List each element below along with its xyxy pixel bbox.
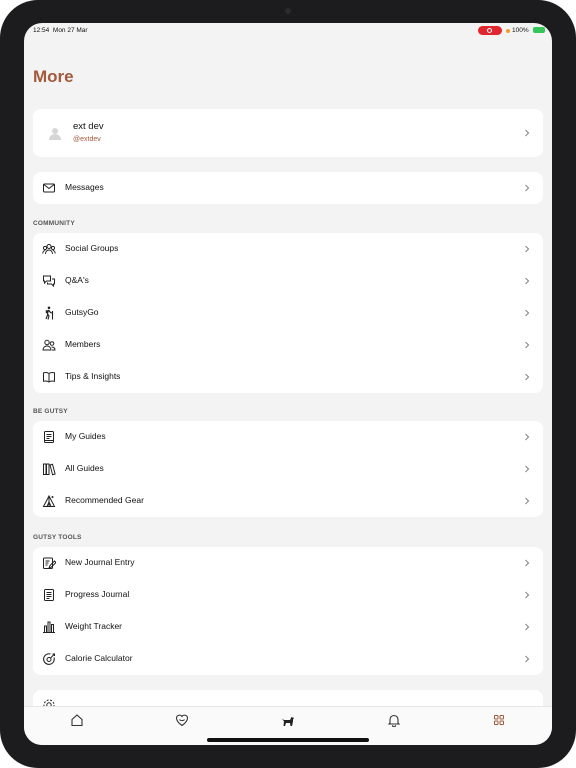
- section-title-gutsy-tools: GUTSY TOOLS: [33, 534, 82, 541]
- menu-item-label: Weight Tracker: [65, 621, 123, 631]
- menu-item-social-groups[interactable]: Social Groups: [33, 233, 543, 265]
- section-title-be-gutsy: BE GUTSY: [33, 408, 68, 415]
- menu-item-label: Recommended Gear: [65, 495, 144, 505]
- menu-item-members[interactable]: Members: [33, 329, 543, 361]
- chevron-right-icon: [523, 341, 531, 349]
- menu-item-weight-tracker[interactable]: Weight Tracker: [33, 611, 543, 643]
- page-title: More: [33, 67, 74, 86]
- journal-edit-icon: [42, 556, 56, 570]
- calorie-gauge-icon: [42, 652, 56, 666]
- device-frame: 12:54 Mon 27 Mar 100% More ext dev @extd…: [0, 0, 576, 768]
- menu-item-qas[interactable]: Q&A's: [33, 265, 543, 297]
- tab-notifications[interactable]: [387, 713, 401, 727]
- envelope-icon: [42, 181, 56, 195]
- menu-item-label: Social Groups: [65, 243, 119, 253]
- tab-gut[interactable]: [175, 713, 189, 727]
- group-icon: [42, 242, 56, 256]
- guide-icon: [42, 430, 56, 444]
- chevron-right-icon: [523, 129, 531, 137]
- menu-item-my-guides[interactable]: My Guides: [33, 421, 543, 453]
- chevron-right-icon: [523, 277, 531, 285]
- chevron-right-icon: [523, 559, 531, 567]
- chevron-right-icon: [523, 245, 531, 253]
- screen-record-icon[interactable]: [478, 26, 502, 35]
- menu-item-new-journal-entry[interactable]: New Journal Entry: [33, 547, 543, 579]
- chevron-right-icon: [523, 497, 531, 505]
- screen: 12:54 Mon 27 Mar 100% More ext dev @extd…: [24, 23, 552, 745]
- chat-bubbles-icon: [42, 274, 56, 288]
- tab-dog[interactable]: [281, 713, 295, 727]
- chevron-right-icon: [523, 309, 531, 317]
- chevron-right-icon: [523, 465, 531, 473]
- menu-item-calorie-calculator[interactable]: Calorie Calculator: [33, 643, 543, 675]
- menu-item-label: Calorie Calculator: [65, 653, 133, 663]
- books-shelf-icon: [42, 462, 56, 476]
- chevron-right-icon: [523, 184, 531, 192]
- be-gutsy-card: My Guides All Guides Recommended Gear: [33, 421, 543, 517]
- section-title-community: COMMUNITY: [33, 220, 75, 227]
- book-icon: [42, 370, 56, 384]
- menu-item-messages[interactable]: Messages: [33, 172, 543, 204]
- menu-item-all-guides[interactable]: All Guides: [33, 453, 543, 485]
- tab-home[interactable]: [70, 713, 84, 727]
- chevron-right-icon: [523, 591, 531, 599]
- grid-icon: [492, 713, 506, 727]
- chevron-right-icon: [523, 623, 531, 631]
- avatar-icon: [48, 126, 62, 140]
- menu-item-label: Q&A's: [65, 275, 89, 285]
- menu-item-label: My Guides: [65, 431, 106, 441]
- menu-item-progress-journal[interactable]: Progress Journal: [33, 579, 543, 611]
- home-indicator[interactable]: [207, 738, 369, 742]
- chevron-right-icon: [523, 655, 531, 663]
- chevron-right-icon: [523, 373, 531, 381]
- gear-tent-icon: [42, 494, 56, 508]
- status-time: 12:54 Mon 27 Mar: [33, 27, 88, 34]
- menu-item-label: Progress Journal: [65, 589, 130, 599]
- menu-item-tips-insights[interactable]: Tips & Insights: [33, 361, 543, 393]
- menu-item-label: New Journal Entry: [65, 557, 135, 567]
- bell-icon: [387, 713, 401, 727]
- gutsy-tools-card: New Journal Entry Progress Journal Weigh…: [33, 547, 543, 675]
- front-camera: [285, 8, 291, 14]
- messages-card: Messages: [33, 172, 543, 204]
- profile-handle: @extdev: [73, 136, 101, 143]
- gut-heart-icon: [175, 713, 189, 727]
- journal-icon: [42, 588, 56, 602]
- status-bar: 12:54 Mon 27 Mar 100%: [24, 23, 552, 39]
- menu-item-label: Members: [65, 339, 101, 349]
- community-card: Social Groups Q&A's GutsyGo Members Tips: [33, 233, 543, 393]
- weight-chart-icon: [42, 620, 56, 634]
- profile-card[interactable]: ext dev @extdev: [33, 109, 543, 157]
- menu-item-label: GutsyGo: [65, 307, 99, 317]
- mic-indicator-icon: [506, 29, 510, 33]
- menu-item-label: Messages: [65, 182, 104, 192]
- chevron-right-icon: [523, 433, 531, 441]
- menu-item-gutsygo[interactable]: GutsyGo: [33, 297, 543, 329]
- menu-item-label: All Guides: [65, 463, 104, 473]
- hiker-icon: [42, 306, 56, 320]
- profile-name: ext dev: [73, 121, 104, 132]
- battery-percent: 100%: [512, 27, 529, 34]
- dog-icon: [281, 713, 295, 727]
- tab-more[interactable]: [492, 713, 506, 727]
- battery-icon: [533, 27, 545, 33]
- menu-item-label: Tips & Insights: [65, 371, 121, 381]
- members-icon: [42, 338, 56, 352]
- menu-item-recommended-gear[interactable]: Recommended Gear: [33, 485, 543, 517]
- home-icon: [70, 713, 84, 727]
